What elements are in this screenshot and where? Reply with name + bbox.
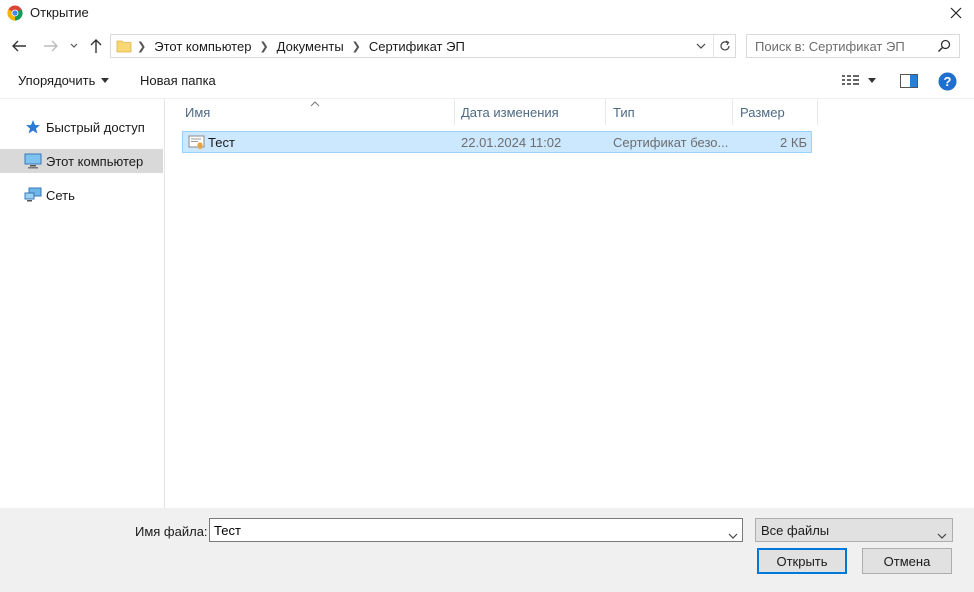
computer-icon — [24, 153, 42, 169]
back-button[interactable] — [8, 36, 30, 56]
chevron-right-icon: ❯ — [137, 40, 147, 53]
refresh-icon — [720, 40, 730, 51]
certificate-file-icon — [188, 134, 206, 153]
chrome-icon — [7, 5, 23, 21]
breadcrumb: ❯ Этот компьютер ❯ Документы ❯ Сертифика… — [137, 35, 465, 57]
filename-combobox[interactable] — [209, 518, 743, 542]
forward-button[interactable] — [40, 36, 62, 56]
arrow-right-icon — [44, 40, 58, 52]
navigation-pane: Быстрый доступ Этот компьютер Сеть — [0, 99, 165, 508]
open-button[interactable]: Открыть — [757, 548, 847, 574]
recent-locations-button[interactable] — [68, 38, 80, 54]
search-input[interactable] — [755, 37, 931, 55]
address-dropdown-button[interactable] — [693, 38, 709, 54]
file-date: 22.01.2024 11:02 — [461, 135, 562, 150]
chevron-down-icon — [696, 43, 706, 49]
sidebar-item-network[interactable]: Сеть — [0, 183, 163, 207]
sidebar-item-label: Сеть — [46, 187, 75, 203]
filename-input[interactable] — [214, 521, 714, 539]
chevron-right-icon: ❯ — [259, 40, 269, 53]
window-title: Открытие — [30, 5, 89, 20]
caret-down-icon — [101, 78, 110, 83]
chevron-down-icon[interactable] — [728, 527, 738, 542]
breadcrumb-item[interactable]: Сертификат ЭП — [369, 39, 465, 54]
filter-value: Все файлы — [761, 523, 830, 538]
organize-button[interactable]: Упорядочить — [18, 73, 110, 88]
column-header-size[interactable]: Размер — [733, 99, 818, 125]
help-icon: ? — [938, 72, 957, 91]
cancel-button[interactable]: Отмена — [862, 548, 952, 574]
network-icon — [24, 187, 42, 203]
column-header-date[interactable]: Дата изменения — [454, 99, 606, 125]
arrow-up-icon — [90, 39, 102, 53]
chevron-down-icon — [937, 527, 947, 542]
file-size: 2 КБ — [780, 135, 807, 150]
view-options-button[interactable] — [842, 74, 876, 86]
breadcrumb-item[interactable]: Этот компьютер — [154, 39, 251, 54]
breadcrumb-item[interactable]: Документы — [277, 39, 344, 54]
close-button[interactable] — [938, 0, 974, 26]
preview-pane-button[interactable] — [900, 74, 918, 91]
new-folder-button[interactable]: Новая папка — [140, 73, 216, 88]
column-header-name[interactable]: Имя — [178, 99, 455, 125]
svg-text:?: ? — [944, 74, 952, 89]
sidebar-item-quick-access[interactable]: Быстрый доступ — [0, 115, 163, 139]
file-type-filter[interactable]: Все файлы — [755, 518, 953, 542]
star-icon — [24, 119, 42, 135]
column-header-type[interactable]: Тип — [606, 99, 733, 125]
search-icon — [937, 39, 951, 56]
file-name: Тест — [208, 135, 235, 150]
search-box[interactable] — [746, 34, 960, 58]
refresh-button[interactable] — [713, 35, 736, 57]
address-bar[interactable]: ❯ Этот компьютер ❯ Документы ❯ Сертифика… — [110, 34, 736, 58]
arrow-left-icon — [12, 40, 26, 52]
close-icon — [950, 7, 962, 19]
title-bar: Открытие — [0, 0, 974, 26]
up-button[interactable] — [86, 36, 106, 56]
bottom-panel: Имя файла: Все файлы Открыть Отмена — [0, 508, 974, 592]
column-headers: Имя Дата изменения Тип Размер — [178, 99, 818, 125]
sidebar-item-label: Быстрый доступ — [46, 119, 145, 135]
command-bar: Упорядочить Новая папка ? — [0, 66, 974, 99]
chevron-right-icon: ❯ — [351, 40, 361, 53]
details-view-icon — [842, 75, 859, 85]
sidebar-item-this-pc[interactable]: Этот компьютер — [0, 149, 163, 173]
chevron-down-icon — [70, 43, 78, 48]
filename-label: Имя файла: — [135, 524, 208, 539]
help-button[interactable]: ? — [938, 72, 957, 94]
file-row[interactable]: Тест 22.01.2024 11:02 Сертификат безо...… — [182, 131, 812, 153]
file-type: Сертификат безо... — [613, 135, 729, 150]
sidebar-item-label: Этот компьютер — [46, 153, 144, 169]
folder-icon — [116, 38, 132, 57]
caret-down-icon — [868, 77, 876, 83]
preview-pane-icon — [900, 74, 918, 88]
organize-label: Упорядочить — [18, 73, 96, 88]
